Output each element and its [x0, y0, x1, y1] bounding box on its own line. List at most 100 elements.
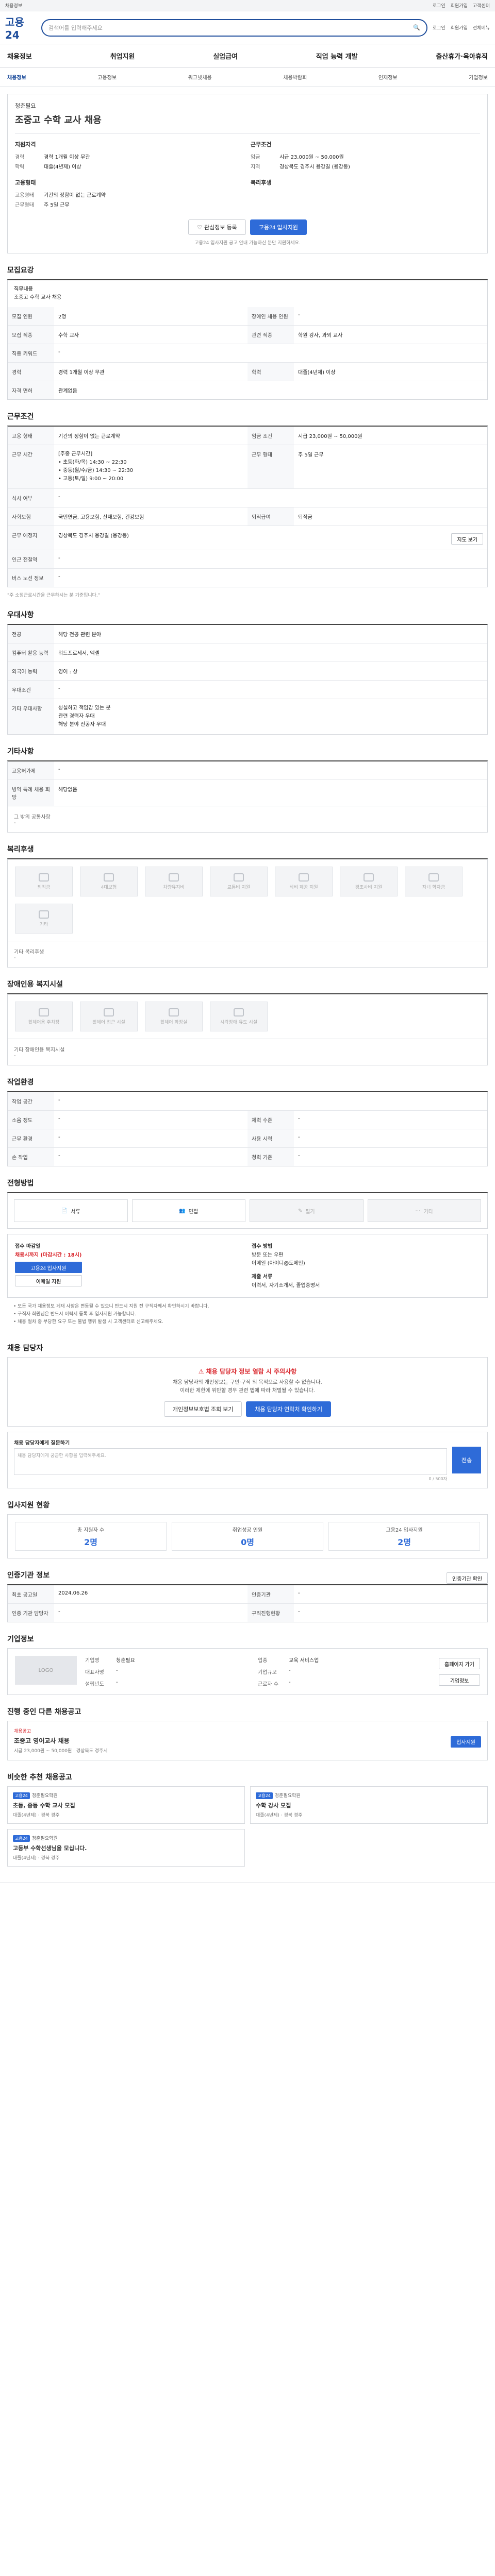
other-extra: 그 밖의 공통사항 -: [7, 806, 488, 833]
qa-textarea[interactable]: 채용 담당자에게 궁금한 사항을 입력해주세요.: [14, 1448, 447, 1475]
map-view-button[interactable]: 지도 보기: [451, 533, 483, 545]
gnb-item-unemployment[interactable]: 실업급여: [213, 51, 238, 61]
facility-label: 휠체어 화장실: [160, 1020, 188, 1025]
job-desc-text: 조중고 수학 교사 채용: [14, 295, 62, 300]
cell-value: -: [58, 1153, 60, 1159]
similar-title[interactable]: 고등부 수학선생님을 모십니다.: [13, 1844, 239, 1852]
summary-employment-heading: 고용형태: [15, 179, 36, 186]
table-row: 사회보험 국민연금, 고용보험, 산재보험, 건강보험 퇴직급여 퇴직금: [8, 507, 487, 526]
recruit-card[interactable]: 채용공고 조중고 영어교사 채용 시급 23,000원 ~ 50,000원 · …: [7, 1721, 488, 1760]
email-apply-button[interactable]: 이메일 지원: [15, 1275, 82, 1286]
qa-label: 채용 담당자에게 질문하기: [14, 1440, 70, 1446]
lnb-item-3[interactable]: 채용박람회: [283, 73, 307, 81]
cell-value: -: [58, 1116, 60, 1122]
recruit-apply-button[interactable]: 입사지원: [451, 1736, 481, 1748]
interview-icon: 👥: [179, 1208, 186, 1214]
gnb-item-leave[interactable]: 출산휴가·육아휴직: [436, 51, 488, 61]
table-row: 작업 공간 -: [8, 1092, 487, 1111]
similar-company: 청춘필요학원: [274, 1793, 301, 1799]
company-value: -: [289, 1680, 291, 1685]
doc-label: 제출 서류: [252, 1274, 273, 1280]
gnb-item-support[interactable]: 취업지원: [110, 51, 135, 61]
similar-company: 청춘필요학원: [31, 1836, 58, 1841]
recruit-card-info: 채용공고 조중고 영어교사 채용 시급 23,000원 ~ 50,000원 · …: [14, 1727, 108, 1754]
gnb-item-training[interactable]: 직업 능력 개발: [316, 51, 358, 61]
method-grid: 📄 서류 👥 면접 ✎ 필기 ⋯ 기타: [8, 1193, 487, 1228]
similar-title[interactable]: 초등, 중등 수학 교사 모집: [13, 1801, 239, 1809]
company-key: 업종: [258, 1658, 268, 1664]
cell-head: 버스 노선 정보: [8, 569, 54, 587]
cell-value: 퇴직금: [298, 515, 312, 520]
lnb-item-5[interactable]: 기업정보: [469, 73, 488, 81]
company-key: 설립년도: [85, 1682, 104, 1687]
cell-head: 관련 직종: [248, 326, 294, 344]
alert-title-text: 채용 담당자 정보 열람 시 주의사항: [206, 1368, 297, 1375]
apply-online-button[interactable]: 고용24 입사지원: [15, 1262, 82, 1273]
cell-value: -: [58, 1097, 60, 1103]
top-link-signup[interactable]: 회원가입: [451, 2, 468, 9]
recruit-card-title[interactable]: 조중고 영어교사 채용: [14, 1736, 108, 1745]
job-description: 직무내용 조중고 수학 교사 채용: [8, 280, 487, 307]
stat-value: 2명: [398, 1537, 411, 1547]
selection-heading: 전형방법: [7, 1179, 34, 1188]
kv-key: 지역: [251, 164, 260, 170]
similar-tag: 고용24: [13, 1835, 30, 1842]
cell-head: 경력: [8, 363, 54, 381]
lnb-item-2[interactable]: 워크넷채용: [188, 73, 212, 81]
gnb-item-jobs[interactable]: 채용정보: [7, 51, 32, 61]
benefit-icon: [299, 873, 309, 882]
search-input[interactable]: 검색어를 입력해주세요 🔍: [41, 19, 427, 37]
apply-info-box: 접수 마감일 채용시까지 (마감시간 : 18시) 고용24 입사지원 이메일 …: [7, 1234, 488, 1298]
cell-head: 외국어 능력: [8, 662, 54, 680]
site-logo[interactable]: 고용24: [5, 14, 36, 41]
top-link-login[interactable]: 로그인: [433, 2, 446, 9]
similar-section: 비슷한 추천 채용공고 고용24 청춘필요학원 초등, 중등 수학 교사 모집 대…: [7, 1760, 488, 1867]
recruit-card-label: 채용공고: [14, 1729, 31, 1734]
benefit-other-label: 기타 복리후생: [14, 950, 44, 955]
header-link-menu[interactable]: 전체메뉴: [473, 24, 490, 31]
company-info-button[interactable]: 기업정보: [439, 1674, 480, 1686]
similar-card[interactable]: 고용24 청춘필요학원 수학 강사 모집 대졸(4년제) · 경북 경주: [250, 1786, 488, 1824]
benefit-label: 기타: [39, 922, 48, 927]
header-link-login[interactable]: 로그인: [433, 24, 446, 31]
company-name[interactable]: 청춘필요: [15, 101, 480, 110]
top-link-support[interactable]: 고객센터: [473, 2, 490, 9]
cert-check-button[interactable]: 인증기관 확인: [447, 1572, 488, 1584]
cell-value: 국민연금, 고용보험, 산재보험, 건강보험: [58, 515, 144, 520]
cell-head: 근무 시간: [8, 445, 54, 488]
kv-value: 대졸(4년제) 이상: [44, 164, 81, 170]
cell-head: 근무 예정지: [8, 526, 54, 550]
summary-welfare-heading: 복리후생: [251, 179, 272, 186]
apply-button[interactable]: 고용24 입사지원: [250, 219, 307, 235]
table-row: 근무 예정지 경상북도 경주시 용강길 (용강동) 지도 보기: [8, 526, 487, 550]
benefit-label: 퇴직금: [37, 885, 51, 890]
search-icon[interactable]: 🔍: [413, 24, 420, 31]
preference-table: 전공 해당 전공 관련 분야 컴퓨터 활용 능력 워드프로세서, 엑셀 외국어 능력…: [7, 624, 488, 735]
lnb-item-4[interactable]: 인재정보: [378, 73, 398, 81]
benefit-icon: [364, 873, 374, 882]
table-row: 인증 기관 담당자 - 구직진행현황 -: [8, 1604, 487, 1622]
manager-heading: 채용 담당자: [7, 1344, 43, 1352]
privacy-view-button[interactable]: 개인정보보호법 조회 보기: [163, 1401, 242, 1417]
cell-value: 관계없음: [58, 388, 77, 394]
cell-value: 경력 1개월 이상 무관: [58, 370, 105, 376]
similar-card[interactable]: 고용24 청춘필요학원 초등, 중등 수학 교사 모집 대졸(4년제) · 경북 …: [7, 1786, 245, 1824]
header-link-signup[interactable]: 회원가입: [451, 24, 468, 31]
cell-head: 자격 면허: [8, 381, 54, 399]
cell-head: 청력 기준: [248, 1148, 294, 1166]
save-interest-button[interactable]: ♡ 관심정보 등록: [188, 219, 246, 235]
similar-title[interactable]: 수학 강사 모집: [256, 1801, 482, 1809]
lnb-item-1[interactable]: 고용정보: [97, 73, 117, 81]
lnb-item-0[interactable]: 채용정보: [7, 73, 26, 81]
contact-view-button[interactable]: 채용 담당자 연락처 확인하기: [246, 1401, 332, 1417]
disabled-section: 장애인용 복지시설 휠체어용 주차장 휠체어 접근 시설 휠체어 화장실 시각장…: [7, 968, 488, 1065]
similar-card[interactable]: 고용24 청춘필요학원 고등부 수학선생님을 모십니다. 대졸(4년제) · 경북…: [7, 1829, 245, 1867]
qa-submit-button[interactable]: 전송: [452, 1447, 481, 1473]
table-row: 외국어 능력 영어 : 상: [8, 662, 487, 681]
work-table: 고용 형태 기간의 정함이 없는 근로계약 임금 조건 시급 23,000원 ~ 50…: [7, 426, 488, 587]
cell-head: 사용 시력: [248, 1129, 294, 1147]
benefit-other-value: -: [14, 955, 16, 961]
summary-kv: 지역 경상북도 경주시 용강길 (용강동): [251, 162, 480, 172]
homepage-button[interactable]: 홈페이지 가기: [439, 1658, 480, 1669]
table-row: 직종 키워드 -: [8, 344, 487, 363]
